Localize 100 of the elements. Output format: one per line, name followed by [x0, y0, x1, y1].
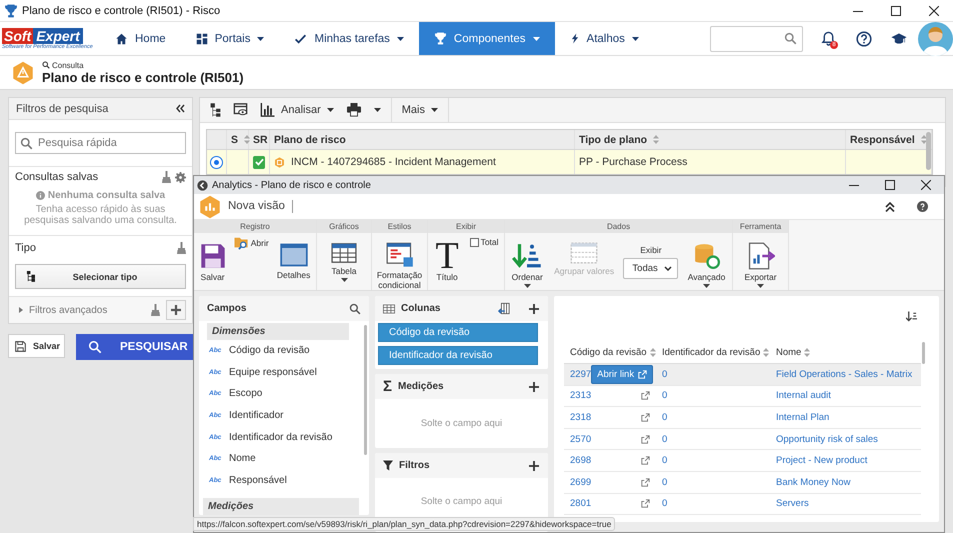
conditional-format-icon: [386, 242, 414, 268]
field-item[interactable]: Nome: [229, 453, 256, 464]
bell-icon[interactable]: [821, 31, 836, 46]
ribbon-button[interactable]: Salvar: [198, 233, 228, 290]
field-item[interactable]: Identificador: [229, 410, 284, 422]
menu-item[interactable]: Minhas tarefas: [279, 22, 419, 55]
external-link-icon[interactable]: [641, 456, 650, 466]
menu-item[interactable]: Componentes: [418, 22, 555, 55]
scrollbar-thumb[interactable]: [922, 342, 925, 364]
analyze-button[interactable]: Analisar: [255, 98, 339, 122]
table-cell-text: 0: [661, 412, 668, 423]
ribbon-button[interactable]: TTítulo: [433, 233, 461, 290]
field-item[interactable]: Equipe responsável: [229, 366, 317, 378]
checkbox-label[interactable]: Total: [480, 237, 499, 247]
scrollbar-thumb[interactable]: [364, 325, 367, 455]
field-item[interactable]: Escopo: [229, 388, 262, 400]
table-cell[interactable]: Opportunity risk of sales: [770, 434, 921, 445]
table-row[interactable]: 2297 Abrir link 0 Field Operations - Sales - Matrix: [564, 364, 921, 386]
caret-icon: [326, 108, 334, 112]
external-link-icon[interactable]: [641, 499, 650, 508]
panel-title: Filtros de pesquisa: [16, 102, 108, 114]
clear-filter-icon[interactable]: [151, 304, 160, 316]
select-type-button[interactable]: Selecionar tipo: [15, 264, 186, 289]
dropdown[interactable]: Todas: [623, 258, 678, 279]
external-link-icon[interactable]: [641, 412, 650, 422]
import-columns-icon[interactable]: [498, 302, 510, 315]
table-row[interactable]: 2570 0 Opportunity risk of sales: [564, 428, 921, 450]
open-link-button[interactable]: Abrir link: [591, 364, 654, 384]
table-cell[interactable]: Servers: [770, 498, 921, 510]
more-button[interactable]: Mais: [396, 98, 443, 122]
ribbon-button[interactable]: Avançado: [686, 233, 728, 290]
ribbon-button[interactable]: Abrir: [232, 233, 270, 250]
collapse-icon[interactable]: [885, 202, 895, 212]
ribbon-button[interactable]: Exportar: [742, 233, 779, 290]
table-cell[interactable]: 2699: [570, 476, 592, 488]
table-row[interactable]: INCM - 1407294685 - Incident Management PP - Purchase Process: [207, 150, 932, 174]
back-icon[interactable]: [197, 180, 208, 190]
column-header[interactable]: Identificador da revisão: [662, 347, 760, 358]
table-row[interactable]: 2318 0 Internal Plan: [564, 407, 921, 429]
sort-icon[interactable]: [906, 311, 917, 322]
table-cell[interactable]: 2698: [570, 455, 592, 466]
table-row[interactable]: 2699 0 Bank Money Now: [564, 472, 921, 494]
table-icon: [331, 242, 357, 264]
help-icon[interactable]: [917, 201, 928, 212]
settings-icon[interactable]: [175, 172, 186, 182]
table-cell[interactable]: 2570: [570, 434, 592, 445]
checkbox[interactable]: [470, 238, 479, 246]
search-field[interactable]: [710, 26, 803, 52]
maximize-icon: [885, 180, 895, 190]
ribbon-button[interactable]: Detalhes: [274, 233, 312, 290]
menu-item[interactable]: Atalhos: [554, 22, 654, 55]
table-cell[interactable]: Bank Money Now: [770, 476, 921, 488]
column-header[interactable]: Plano de risco: [270, 130, 575, 149]
table-cell[interactable]: Project - New product: [770, 455, 921, 466]
expand-caret-icon[interactable]: [19, 307, 23, 313]
search-button[interactable]: PESQUISAR: [76, 334, 196, 360]
external-link-icon[interactable]: [641, 434, 650, 444]
quick-search-field[interactable]: Pesquisa rápida: [15, 132, 186, 154]
ribbon-button[interactable]: Formatação condicional: [373, 233, 426, 290]
column-header[interactable]: SR: [249, 130, 270, 149]
panel-title: Filtros: [399, 460, 431, 471]
external-link-icon[interactable]: [641, 391, 650, 400]
table-cell[interactable]: Internal audit: [770, 390, 921, 402]
collapse-icon[interactable]: [176, 104, 185, 113]
clear-filter-icon[interactable]: [177, 242, 186, 254]
ribbon-button[interactable]: Tabela: [329, 233, 359, 290]
table-cell-text: 0: [661, 368, 668, 380]
graduation-cap-icon[interactable]: [890, 32, 906, 46]
field-item[interactable]: Responsável: [229, 474, 287, 486]
caret-icon: [396, 36, 404, 40]
table-row[interactable]: 2313 0 Internal audit: [564, 386, 921, 408]
help-icon[interactable]: [856, 30, 872, 46]
sort-descending-icon: [512, 242, 542, 270]
checkbox[interactable]: [253, 156, 265, 168]
column-header[interactable]: S: [227, 130, 249, 149]
add-button[interactable]: [166, 300, 186, 320]
table-cell[interactable]: 2297: [570, 368, 592, 380]
table-cell[interactable]: Internal Plan: [770, 412, 921, 423]
column-header[interactable]: Código da revisão: [570, 347, 647, 358]
external-link-icon[interactable]: [641, 478, 650, 487]
column-header[interactable]: Tipo de plano: [575, 130, 846, 149]
clear-filter-icon[interactable]: [162, 171, 171, 183]
ribbon-button[interactable]: Ordenar: [510, 233, 545, 290]
panel-title: Campos: [207, 303, 248, 314]
field-item[interactable]: Identificador da revisão: [229, 432, 332, 443]
field-item[interactable]: Código da revisão: [229, 345, 310, 356]
breadcrumb[interactable]: Consulta: [52, 60, 84, 70]
save-button[interactable]: Salvar: [8, 334, 65, 358]
table-cell[interactable]: 2318: [570, 412, 592, 423]
radio-button[interactable]: [211, 156, 222, 168]
scrollbar-thumb[interactable]: [926, 132, 931, 170]
sort-icon: [244, 135, 250, 144]
column-header[interactable]: Nome: [776, 347, 802, 358]
table-row[interactable]: 2698 0 Project - New product: [564, 450, 921, 472]
table-cell[interactable]: 2313: [570, 390, 592, 402]
menu-item[interactable]: Home: [100, 22, 181, 55]
menu-item[interactable]: Portais: [180, 22, 280, 55]
table-cell[interactable]: 2801: [570, 498, 592, 510]
table-row[interactable]: 2801 0 Servers: [564, 494, 921, 516]
table-cell[interactable]: Field Operations - Sales - Matrix: [770, 368, 921, 380]
